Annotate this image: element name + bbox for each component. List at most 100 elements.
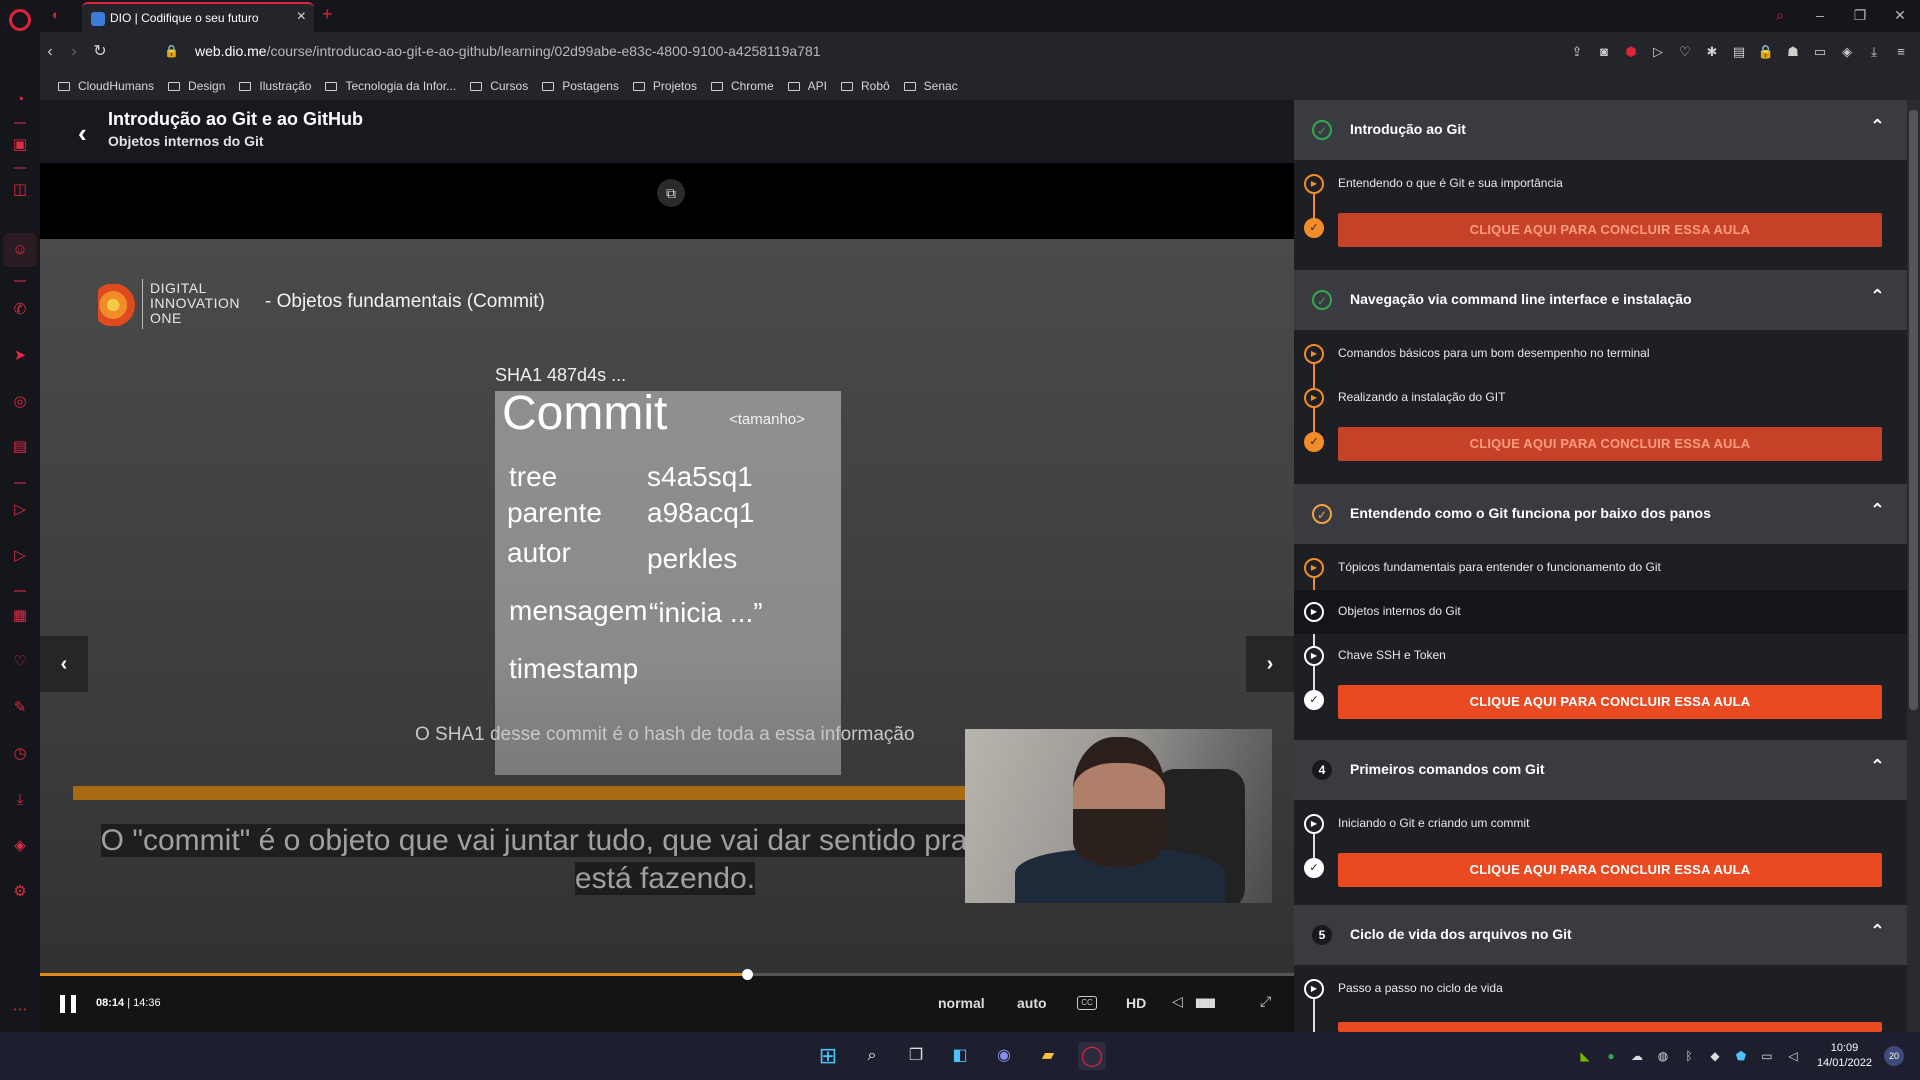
collapse-chevron-icon[interactable]: ⌃ — [1870, 921, 1885, 942]
cube-toolbar-icon[interactable]: ◈ — [1838, 42, 1856, 62]
section-header[interactable]: ✓ Introdução ao Git ⌃ — [1294, 100, 1907, 160]
onedrive-icon[interactable]: ☁ — [1627, 1049, 1647, 1063]
teams-chat-icon[interactable]: ◉ — [990, 1042, 1018, 1070]
download-icon[interactable]: ⤓ — [10, 790, 30, 810]
forward-icon[interactable]: › — [64, 42, 84, 62]
back-icon[interactable]: ‹ — [40, 42, 60, 62]
reader-icon[interactable]: ▤ — [1730, 42, 1748, 62]
bluetooth-icon[interactable]: ᛒ — [1679, 1049, 1699, 1063]
downloads-icon[interactable]: ⤓ — [1865, 42, 1883, 62]
whatsapp-icon[interactable]: ✆ — [10, 300, 30, 320]
lesson-item-active[interactable]: ▶ Objetos internos do Git — [1294, 590, 1907, 634]
bookmark-item[interactable]: Postagens — [542, 72, 619, 100]
bookmark-item[interactable]: Chrome — [710, 72, 774, 100]
menu-icon[interactable]: ≡ — [1892, 42, 1910, 62]
progress-handle[interactable] — [742, 969, 753, 980]
minimize-icon[interactable]: – — [1800, 0, 1840, 32]
lesson-item[interactable]: ▶ Iniciando o Git e criando um commit — [1294, 802, 1907, 846]
send-icon[interactable]: ▷ — [10, 546, 30, 566]
fullscreen-icon[interactable]: ⤢ — [1260, 993, 1271, 1010]
chat-icon[interactable]: ☗ — [1784, 42, 1802, 62]
picture-in-picture-icon[interactable]: ⧉ — [657, 179, 685, 207]
complete-lesson-button[interactable]: CLIQUE AQUI PARA CONCLUIR ESSA AULA — [1338, 685, 1882, 719]
twitch-icon[interactable]: ◫ — [10, 180, 30, 200]
camera-icon[interactable]: ◙ — [1595, 42, 1613, 62]
edit-icon[interactable]: ✎ — [10, 698, 30, 718]
volume-slider[interactable]: IIIIIIIIII — [1195, 995, 1216, 1011]
speed-button[interactable]: normal — [938, 995, 985, 1011]
lock-icon[interactable]: 🔒 — [164, 44, 179, 58]
instagram-icon[interactable]: ◎ — [10, 392, 30, 412]
opera-logo-icon[interactable] — [9, 9, 31, 31]
section-header[interactable]: ✓ Entendendo como o Git funciona por bai… — [1294, 484, 1907, 544]
gamepad-icon[interactable]: ◐ — [52, 7, 68, 22]
extensions-icon[interactable]: ✱ — [1703, 42, 1721, 62]
bookmark-item[interactable]: Cursos — [470, 72, 528, 100]
network-icon[interactable]: ▭ — [1757, 1049, 1777, 1063]
taskbar-search-icon[interactable]: ⌕ — [858, 1042, 886, 1070]
video-player[interactable]: ⧉ DIGITAL INNOVATION ONE - Objetos funda… — [40, 163, 1294, 1032]
widgets-icon[interactable]: ◧ — [946, 1042, 974, 1070]
complete-lesson-button[interactable]: CLIQUE AQUI PARA CONCLUIR ESSA AULA — [1338, 427, 1882, 461]
bookmark-item[interactable]: Tecnologia da Infor... — [325, 72, 456, 100]
send-page-icon[interactable]: ▷ — [1649, 42, 1667, 62]
screenshot-icon[interactable]: ▭ — [1811, 42, 1829, 62]
telegram-icon[interactable]: ➤ — [10, 346, 30, 366]
new-tab-icon[interactable]: + — [322, 4, 333, 25]
gx-corner-icon[interactable]: ☺ — [3, 233, 37, 267]
opera-gx-taskbar-icon[interactable]: ◯ — [1078, 1042, 1106, 1070]
pause-icon[interactable] — [60, 995, 76, 1013]
bookmark-item[interactable]: Robô — [840, 72, 890, 100]
close-window-icon[interactable]: ✕ — [1880, 0, 1920, 32]
back-to-course-icon[interactable]: ‹ — [78, 118, 87, 149]
panel-scrollbar[interactable] — [1907, 100, 1920, 1032]
settings-icon[interactable]: ⚙ — [10, 882, 30, 902]
lesson-item[interactable]: ▶ Comandos básicos para um bom desempenh… — [1294, 332, 1907, 376]
search-tabs-icon[interactable]: ⌕ — [1760, 0, 1800, 32]
section-header[interactable]: 5 Ciclo de vida dos arquivos no Git ⌃ — [1294, 905, 1907, 965]
scrollbar-thumb[interactable] — [1909, 110, 1918, 710]
previous-lesson-button[interactable]: ‹ — [40, 636, 88, 692]
shield-icon[interactable]: ● — [1601, 1049, 1621, 1063]
task-view-icon[interactable]: ❐ — [902, 1042, 930, 1070]
collapse-chevron-icon[interactable]: ⌃ — [1870, 500, 1885, 521]
vpn-lock-icon[interactable]: 🔒 — [1757, 42, 1775, 62]
history-icon[interactable]: ◷ — [10, 744, 30, 764]
vpn-icon[interactable]: ◆ — [1705, 1049, 1725, 1063]
bookmark-item[interactable]: Projetos — [632, 72, 697, 100]
hd-button[interactable]: HD — [1126, 995, 1146, 1011]
lesson-item[interactable]: ▶ Entendendo o que é Git e sua importânc… — [1294, 162, 1907, 206]
notification-badge[interactable]: 20 — [1884, 1046, 1904, 1066]
section-header[interactable]: 4 Primeiros comandos com Git ⌃ — [1294, 740, 1907, 800]
windows-start-icon[interactable]: ⊞ — [814, 1042, 842, 1070]
lesson-item[interactable]: ▶ Tópicos fundamentais para entender o f… — [1294, 546, 1907, 590]
section-header[interactable]: ✓ Navegação via command line interface e… — [1294, 270, 1907, 330]
nvidia-icon[interactable]: ◣ — [1575, 1049, 1595, 1063]
heart-icon[interactable]: ♡ — [10, 652, 30, 672]
cube-icon[interactable]: ◈ — [10, 836, 30, 856]
quality-mode-button[interactable]: auto — [1017, 995, 1047, 1011]
lesson-item[interactable]: ▶ Realizando a instalação do GIT — [1294, 376, 1907, 420]
share-icon[interactable]: ⇪ — [1568, 42, 1586, 62]
complete-lesson-button[interactable]: CLIQUE AQUI PARA CONCLUIR ESSA AULA — [1338, 213, 1882, 247]
bag-icon[interactable]: ▣ — [10, 135, 30, 155]
speed-dial-icon[interactable]: ◔ — [10, 90, 30, 110]
captions-button[interactable]: CC — [1077, 996, 1097, 1010]
complete-lesson-button[interactable]: CLIQUE AQUI PARA CONCLUIR ESSA AULA — [1338, 853, 1882, 887]
collapse-chevron-icon[interactable]: ⌃ — [1870, 286, 1885, 307]
defender-icon[interactable]: ⬟ — [1731, 1049, 1751, 1063]
player-icon[interactable]: ▤ — [10, 437, 30, 457]
steam-icon[interactable]: ◍ — [1653, 1049, 1673, 1063]
collapse-chevron-icon[interactable]: ⌃ — [1870, 116, 1885, 137]
volume-icon[interactable]: ◁ — [1172, 993, 1183, 1010]
bookmark-item[interactable]: Senac — [903, 72, 958, 100]
restore-icon[interactable]: ❐ — [1840, 0, 1880, 32]
clock[interactable]: 10:09 14/01/2022 — [1817, 1041, 1872, 1071]
browser-tab[interactable]: DIO | Codifique o seu futuro × — [82, 2, 314, 32]
complete-lesson-button-partial[interactable] — [1338, 1022, 1882, 1032]
lesson-item[interactable]: ▶ Passo a passo no ciclo de vida — [1294, 967, 1907, 1011]
bookmark-heart-icon[interactable]: ♡ — [1676, 42, 1694, 62]
collapse-chevron-icon[interactable]: ⌃ — [1870, 756, 1885, 777]
speaker-icon[interactable]: ◁ — [1783, 1049, 1803, 1063]
file-explorer-icon[interactable]: ▰ — [1034, 1042, 1062, 1070]
